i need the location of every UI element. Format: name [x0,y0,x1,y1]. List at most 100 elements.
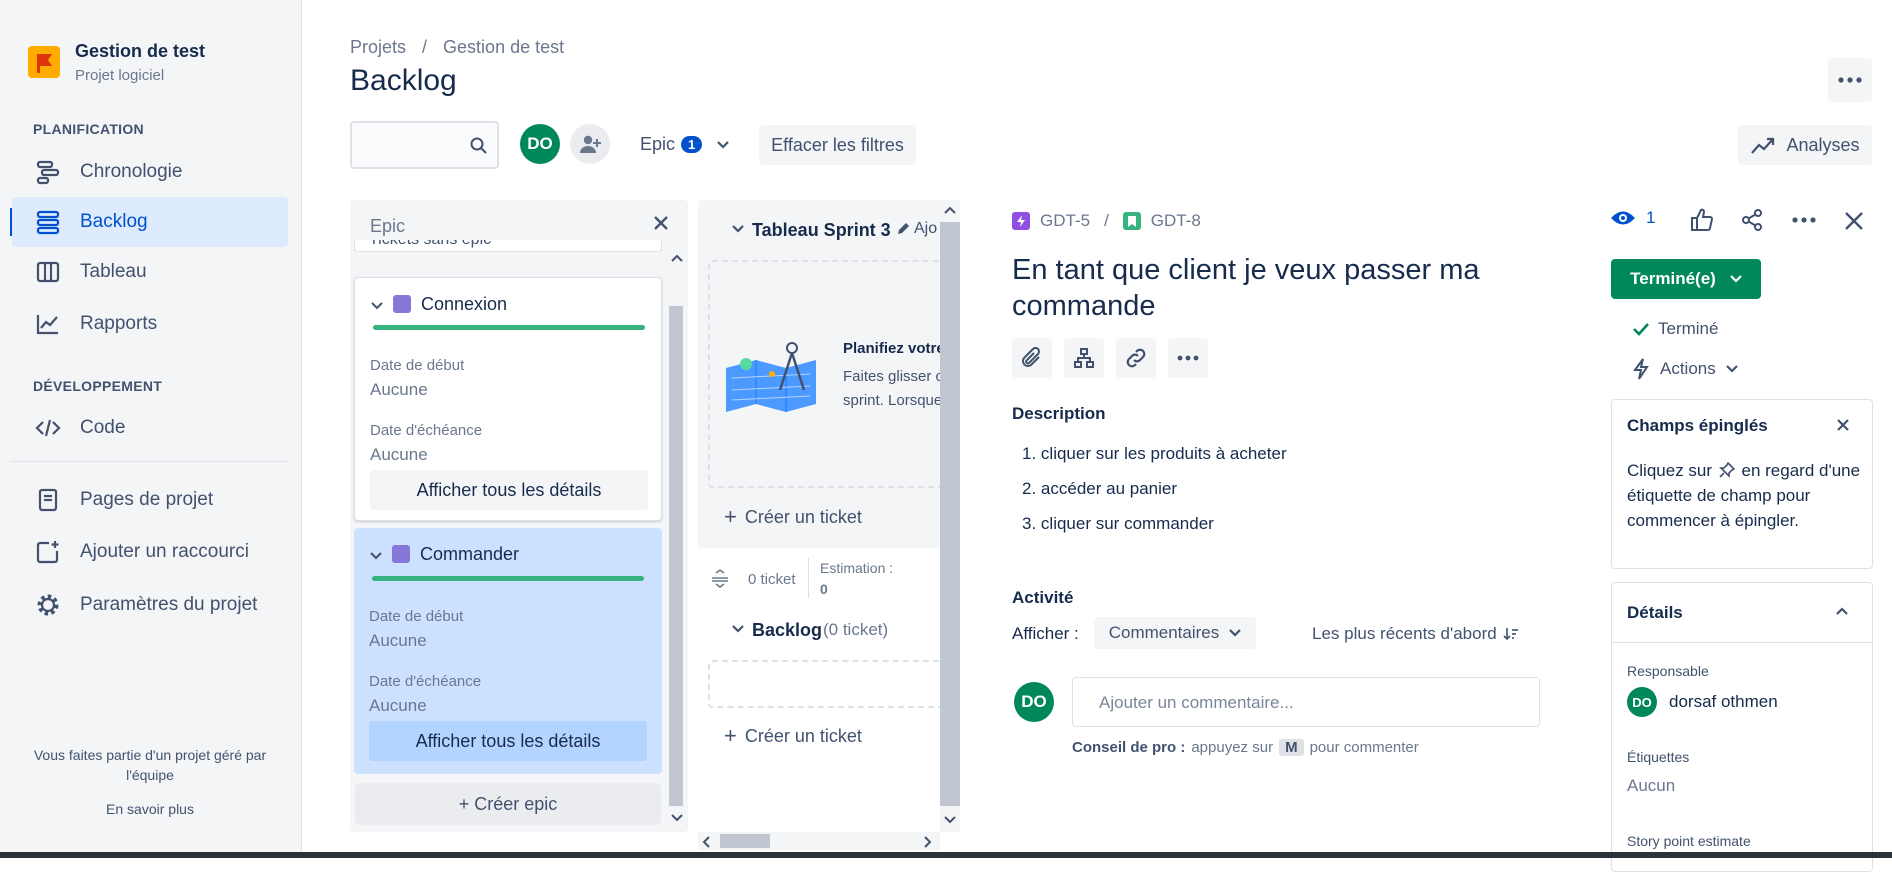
sprint-title[interactable]: Tableau Sprint 3 [752,220,891,241]
create-ticket-sprint-button[interactable]: + Créer un ticket [724,504,862,530]
more-icon [1177,355,1199,361]
scrollbar-thumb[interactable] [669,306,683,806]
create-ticket-label: Créer un ticket [744,725,862,746]
share-button[interactable] [1740,208,1764,232]
add-people-button[interactable] [570,124,610,164]
more-icon [1838,77,1862,83]
backlog-horizontal-scrollbar[interactable] [698,832,940,850]
resolution-label: Terminé [1658,319,1719,338]
project-avatar[interactable] [28,46,60,78]
dev-section-title: DÉVELOPPEMENT [33,378,163,394]
show-details-button[interactable]: Afficher tous les détails [369,721,647,761]
like-button[interactable] [1690,208,1714,232]
pin-icon [1718,462,1735,478]
close-epic-panel-button[interactable] [652,214,670,232]
breadcrumb: Projets / Gestion de test [350,37,564,58]
toolbar-more-button[interactable] [1168,338,1208,378]
reports-icon [34,310,62,338]
sidebar-item-pages[interactable]: Pages de projet [12,475,288,525]
settings-icon [34,591,62,619]
pencil-icon [898,223,909,234]
sidebar-item-settings[interactable]: Paramètres du projet [12,580,288,630]
labels-value[interactable]: Aucun [1627,776,1675,796]
attach-button[interactable] [1012,338,1052,378]
backlog-section-title[interactable]: Backlog [752,620,822,641]
sprint-add-dates-link[interactable]: Ajo [914,220,937,238]
story-type-icon [1122,212,1141,230]
lightning-icon [1017,215,1025,227]
sidebar-item-label: Backlog [80,211,148,232]
watch-button[interactable]: 1 [1610,208,1655,228]
project-name[interactable]: Gestion de test [75,41,205,62]
details-header[interactable]: Détails [1612,583,1872,643]
no-epic-item[interactable]: Tickets sans epic [354,240,662,252]
issue-breadcrumb: GDT-5 / GDT-8 [1012,211,1201,231]
keyboard-key: M [1279,739,1304,756]
bookmark-icon [1127,215,1136,227]
issue-title[interactable]: En tant que client je veux passer ma com… [1012,252,1552,324]
epic-card-commander[interactable]: Commander Date de début Aucune Date d'éc… [354,528,662,774]
link-icon [1126,348,1146,368]
add-person-icon [580,135,601,153]
sidebar-item-chronologie[interactable]: Chronologie [12,147,288,197]
link-issue-button[interactable] [1116,338,1156,378]
analyses-button[interactable]: Analyses [1738,125,1872,165]
learn-more-link[interactable]: En savoir plus [20,801,280,817]
assignee-field[interactable]: DO dorsaf othmen [1627,687,1778,717]
scroll-down-icon [671,814,683,822]
check-icon [1633,323,1649,336]
sidebar-item-tableau[interactable]: Tableau [12,247,288,297]
epic-panel-title: Epic [370,216,406,236]
scrollbar-thumb[interactable] [720,834,770,848]
drag-handle-icon [712,569,728,588]
share-icon [1742,209,1762,231]
resolution-done: Terminé [1632,319,1718,339]
scroll-right-icon [924,836,932,848]
parent-issue-key[interactable]: GDT-5 [1040,211,1090,231]
create-ticket-backlog-button[interactable]: + Créer un ticket [724,723,862,749]
scrollbar-thumb[interactable] [940,222,960,806]
backlog-scrollbar[interactable] [940,200,960,832]
show-details-button[interactable]: Afficher tous les détails [370,470,648,510]
status-button[interactable]: Terminé(e) [1611,259,1761,299]
close-issue-button[interactable] [1844,211,1864,231]
planning-section-title: PLANIFICATION [33,121,144,137]
plus-icon: + [724,504,737,529]
epic-card-connexion[interactable]: Connexion Date de début Aucune Date d'éc… [354,277,662,521]
chevron-up-icon [1836,607,1848,615]
sidebar-item-backlog[interactable]: Backlog [12,197,288,247]
planning-illustration-icon [726,342,816,412]
sort-order-button[interactable]: Les plus récents d'abord [1312,624,1519,644]
pro-tip: Conseil de pro : appuyez sur M pour comm… [1072,739,1419,756]
description-list[interactable]: 1. cliquer sur les produits à acheter 2.… [1022,436,1287,541]
search-input[interactable] [350,121,499,169]
breadcrumb-project[interactable]: Gestion de test [443,37,564,58]
child-issue-button[interactable] [1064,338,1104,378]
stat-divider [808,558,809,598]
create-epic-button[interactable]: + Créer epic [355,783,661,825]
sidebar-item-add-shortcut[interactable]: Ajouter un raccourci [12,527,288,577]
close-pinned-button[interactable] [1836,418,1850,432]
clear-filters-button[interactable]: Effacer les filtres [759,125,916,165]
activity-filter-dropdown[interactable]: Commentaires [1094,617,1256,649]
issue-more-button[interactable] [1792,217,1816,223]
project-type: Projet logiciel [75,67,165,84]
epic-scrollbar[interactable] [668,250,686,828]
user-avatar-filter[interactable]: DO [520,124,560,164]
sidebar-item-code[interactable]: Code [12,403,288,453]
epic-filter-dropdown[interactable]: Epic 1 [640,134,730,155]
epic-type-icon [1012,212,1030,230]
close-icon [1845,212,1863,230]
breadcrumb-projets[interactable]: Projets [350,37,406,58]
more-options-button[interactable] [1828,58,1872,102]
actions-dropdown[interactable]: Actions [1632,358,1738,380]
due-date-label: Date d'échéance [370,422,483,439]
issue-key[interactable]: GDT-8 [1151,211,1201,231]
epic-progress-bar [372,576,644,581]
scroll-up-icon [944,206,956,214]
assignee-name: dorsaf othmen [1669,692,1778,711]
ticket-count: 0 ticket [748,571,796,588]
comment-input[interactable]: Ajouter un commentaire... [1072,677,1540,727]
search-icon [470,137,487,154]
sidebar-item-rapports[interactable]: Rapports [12,299,288,349]
